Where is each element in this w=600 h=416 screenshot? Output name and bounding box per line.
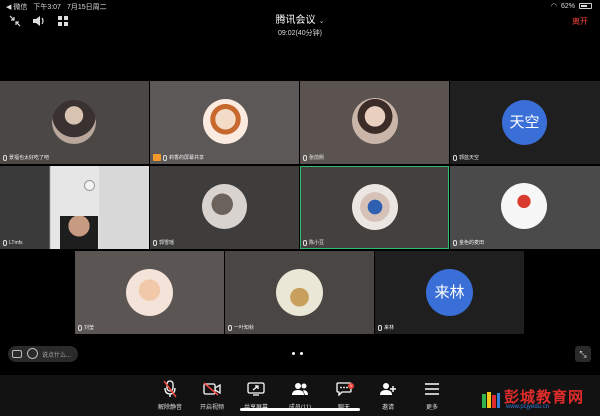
- participant-avatar: [352, 98, 398, 144]
- chat-icon: [322, 379, 366, 399]
- participant-avatar: [126, 269, 173, 316]
- mic-icon: [3, 240, 7, 246]
- participant-name: 刘莹: [84, 325, 95, 331]
- participant-name: 陈小豆: [309, 240, 325, 246]
- participant-tile[interactable]: 刘莹: [75, 251, 224, 334]
- mic-icon: [78, 324, 82, 331]
- home-indicator[interactable]: [240, 408, 360, 411]
- battery-percent: 62%: [560, 2, 575, 10]
- participant-tile[interactable]: LTmfs: [0, 166, 149, 249]
- participant-letter-avatar: 来林: [426, 269, 473, 316]
- chevron-down-icon: ⌄: [318, 18, 325, 25]
- meeting-header: 腾讯会议 ⌄ 09:02(40分钟) 离开: [0, 10, 600, 37]
- participant-avatar: [276, 269, 323, 316]
- page-indicator[interactable]: [292, 352, 303, 355]
- mic-icon: [453, 154, 457, 161]
- participant-tile[interactable]: 莉香的屏幕共享: [150, 81, 299, 164]
- participant-letter-avatar: 天空: [502, 100, 547, 145]
- members-icon: [278, 379, 322, 399]
- chat-placeholder: 说点什么...: [42, 353, 72, 359]
- participant-tile[interactable]: 金色的麦田: [450, 166, 600, 249]
- participant-tile[interactable]: 来林 来林: [375, 251, 524, 334]
- participant-name: 来林: [384, 325, 395, 331]
- participant-name: 郭雪瑶: [159, 240, 175, 246]
- toolbar-label: 解除静音: [157, 405, 182, 411]
- battery-icon: [579, 3, 592, 9]
- share-screen-icon: [234, 379, 278, 399]
- toolbar-label: 邀请: [381, 405, 394, 411]
- participant-tile[interactable]: 天空 郭蓝天空: [450, 81, 600, 164]
- participant-name: 金色的麦田: [459, 240, 485, 246]
- participant-tile-active-speaker[interactable]: 陈小豆: [300, 166, 449, 249]
- mic-icon: [3, 154, 7, 161]
- participant-avatar: [203, 99, 248, 144]
- participant-name: 一叶知秋: [234, 325, 255, 331]
- participant-name: 张前熙: [309, 155, 325, 161]
- participant-name: LTmfs: [9, 240, 23, 246]
- participant-tile[interactable]: 张前熙: [300, 81, 449, 164]
- mic-off-icon: [148, 379, 192, 399]
- screen-share-icon: [153, 154, 161, 161]
- more-button[interactable]: 更多: [410, 379, 454, 411]
- participant-avatar: [52, 100, 96, 144]
- participant-avatar: [352, 184, 398, 230]
- emoji-icon[interactable]: [27, 348, 38, 359]
- mic-icon: [228, 324, 232, 331]
- mic-icon: [453, 239, 457, 246]
- chat-input[interactable]: 说点什么...: [8, 346, 78, 362]
- participant-avatar: [202, 184, 247, 229]
- site-watermark: 彭城教育网 www.pcjyedu.cn: [480, 386, 598, 416]
- meeting-duration: 09:02(40分钟): [278, 30, 322, 37]
- participant-name: 景福也太好吃了吧: [9, 155, 50, 161]
- watermark-url: www.pcjyedu.cn: [506, 404, 550, 410]
- members-button[interactable]: 成员(11): [278, 379, 322, 411]
- page-dot[interactable]: [300, 352, 303, 355]
- toolbar-label: 更多: [425, 405, 438, 411]
- invite-button[interactable]: 邀请: [366, 379, 410, 411]
- mic-icon: [153, 239, 157, 246]
- mic-icon: [303, 154, 307, 161]
- camera-person: [60, 216, 98, 249]
- participant-tile[interactable]: 郭雪瑶: [150, 166, 299, 249]
- meeting-title: 腾讯会议: [275, 15, 316, 26]
- participant-avatar: [501, 183, 547, 229]
- meeting-title-button[interactable]: 腾讯会议 ⌄: [0, 11, 600, 26]
- chat-button[interactable]: 1 聊天: [322, 379, 366, 411]
- more-icon: [410, 379, 454, 399]
- chat-unread-badge: 1: [348, 383, 354, 389]
- mic-icon: [163, 154, 167, 161]
- invite-icon: [366, 379, 410, 399]
- wall-clock-icon: [84, 180, 95, 191]
- participant-tile[interactable]: 景福也太好吃了吧: [0, 81, 149, 164]
- watermark-logo-icon: [482, 392, 500, 408]
- toolbar-label: 开启视频: [199, 405, 224, 411]
- video-off-icon: [190, 379, 234, 399]
- expand-icon[interactable]: ⤡: [575, 346, 591, 362]
- mic-icon: [303, 239, 307, 246]
- wifi-icon: ◠: [550, 3, 557, 10]
- participant-name: 莉香的屏幕共享: [169, 155, 205, 161]
- start-video-button[interactable]: 开启视频: [190, 379, 234, 411]
- page-dot[interactable]: [292, 352, 295, 355]
- mic-icon: [378, 324, 382, 331]
- unmute-button[interactable]: 解除静音: [148, 379, 192, 411]
- participant-name: 郭蓝天空: [459, 155, 480, 161]
- share-screen-button[interactable]: 共享屏幕: [234, 379, 278, 411]
- leave-button[interactable]: 离开: [572, 16, 588, 27]
- participant-tile[interactable]: 一叶知秋: [225, 251, 374, 334]
- chat-bubble-icon[interactable]: [12, 350, 22, 358]
